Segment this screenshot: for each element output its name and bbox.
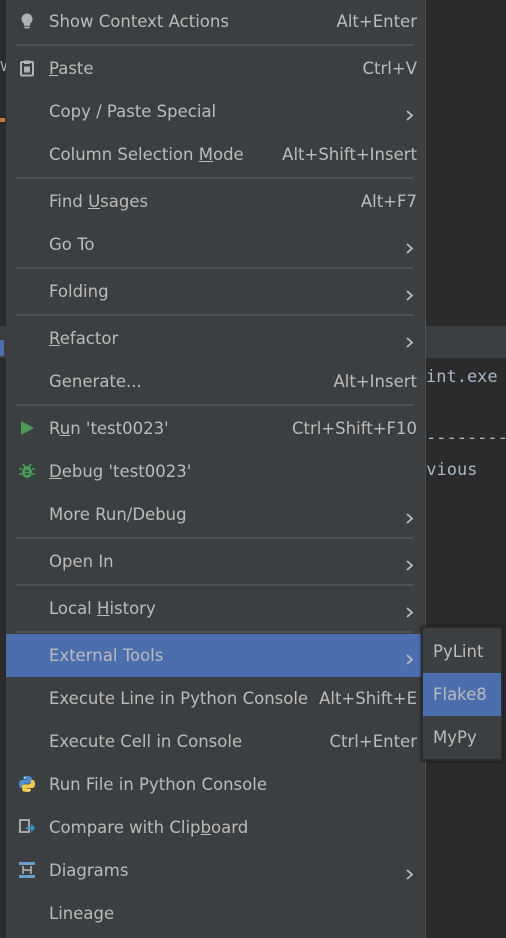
- menu-item-shortcut: Alt+F7: [360, 192, 417, 211]
- submenu-item-label: Flake8: [433, 685, 487, 704]
- submenu-item-label: PyLint: [433, 642, 484, 661]
- menu-item-show-context-actions[interactable]: Show Context Actions Alt+Enter: [6, 0, 426, 43]
- external-tools-submenu: PyLint Flake8 MyPy: [421, 626, 503, 761]
- chevron-right-icon: [404, 556, 415, 571]
- menu-item-label: Copy / Paste Special: [49, 102, 217, 121]
- menu-item-column-selection-mode[interactable]: Column Selection Mode Alt+Shift+Insert: [6, 133, 426, 176]
- editor-gutter-marker: [0, 118, 5, 122]
- menu-separator: [16, 177, 413, 179]
- menu-item-refactor[interactable]: Refactor: [6, 317, 426, 360]
- chevron-right-icon: [404, 650, 415, 665]
- run-icon: [18, 419, 36, 437]
- menu-item-run[interactable]: Run 'test0023' Ctrl+Shift+F10: [6, 407, 426, 450]
- lightbulb-icon: [18, 12, 36, 30]
- submenu-item-pylint[interactable]: PyLint: [423, 630, 501, 673]
- menu-item-label: Find Usages: [49, 192, 149, 211]
- menu-item-shortcut: Alt+Enter: [336, 12, 417, 31]
- mnemonic-char: P: [49, 59, 59, 78]
- menu-item-label: Execute Cell in Console: [49, 732, 243, 751]
- menu-item-shortcut: Alt+Shift+E: [319, 689, 417, 708]
- chevron-right-icon: [404, 333, 415, 348]
- menu-item-shortcut: Ctrl+Shift+F10: [292, 419, 417, 438]
- editor-gutter-link-marker: [0, 340, 4, 356]
- menu-item-label: Refactor: [49, 329, 119, 348]
- submenu-item-mypy[interactable]: MyPy: [423, 716, 501, 759]
- menu-item-execute-line-python-console[interactable]: Execute Line in Python Console Alt+Shift…: [6, 677, 426, 720]
- editor-code-fragment-2: --------: [426, 428, 506, 448]
- menu-separator: [16, 314, 413, 316]
- menu-separator: [16, 267, 413, 269]
- compare-icon: [18, 818, 36, 836]
- menu-item-lineage[interactable]: Lineage: [6, 892, 426, 935]
- menu-item-copy-paste-special[interactable]: Copy / Paste Special: [6, 90, 426, 133]
- menu-item-label: Run 'test0023': [49, 419, 169, 438]
- chevron-right-icon: [404, 865, 415, 880]
- menu-item-more-run-debug[interactable]: More Run/Debug: [6, 493, 426, 536]
- menu-item-go-to[interactable]: Go To: [6, 223, 426, 266]
- menu-item-label: Paste: [49, 59, 94, 78]
- menu-item-shortcut: Alt+Shift+Insert: [282, 145, 417, 164]
- menu-item-shortcut: Alt+Insert: [333, 372, 418, 391]
- menu-item-label: Open In: [49, 552, 114, 571]
- editor-context-menu: Show Context Actions Alt+Enter Paste Ctr…: [6, 0, 426, 938]
- editor-code-fragment-1: int.exe: [426, 367, 498, 387]
- menu-item-run-file-python-console[interactable]: Run File in Python Console: [6, 763, 426, 806]
- mnemonic-char: H: [97, 599, 110, 618]
- menu-item-folding[interactable]: Folding: [6, 270, 426, 313]
- diagram-icon: [18, 861, 36, 879]
- menu-item-shortcut: Ctrl+Enter: [329, 732, 417, 751]
- menu-item-shortcut: Ctrl+V: [362, 59, 417, 78]
- chevron-right-icon: [404, 106, 415, 121]
- menu-separator: [16, 537, 413, 539]
- menu-item-label: Execute Line in Python Console: [49, 689, 309, 708]
- menu-item-generate[interactable]: Generate... Alt+Insert: [6, 360, 426, 403]
- menu-item-label: Debug 'test0023': [49, 462, 192, 481]
- menu-separator: [16, 584, 413, 586]
- submenu-item-flake8[interactable]: Flake8: [423, 673, 501, 716]
- menu-item-open-in[interactable]: Open In: [6, 540, 426, 583]
- chevron-right-icon: [404, 286, 415, 301]
- chevron-right-icon: [404, 603, 415, 618]
- menu-item-label: Go To: [49, 235, 95, 254]
- python-icon: [18, 775, 36, 793]
- menu-item-diagrams[interactable]: Diagrams: [6, 849, 426, 892]
- submenu-item-label: MyPy: [433, 728, 477, 747]
- menu-separator: [16, 631, 413, 633]
- menu-item-execute-cell-console[interactable]: Execute Cell in Console Ctrl+Enter: [6, 720, 426, 763]
- menu-item-label: Run File in Python Console: [49, 775, 267, 794]
- debug-bug-icon: [18, 462, 36, 480]
- menu-item-local-history[interactable]: Local History: [6, 587, 426, 630]
- menu-item-debug[interactable]: Debug 'test0023': [6, 450, 426, 493]
- mnemonic-char: b: [200, 818, 211, 837]
- menu-item-paste[interactable]: Paste Ctrl+V: [6, 47, 426, 90]
- menu-item-label: External Tools: [49, 646, 164, 665]
- menu-item-compare-with-clipboard[interactable]: Compare with Clipboard: [6, 806, 426, 849]
- chevron-right-icon: [404, 239, 415, 254]
- mnemonic-char: D: [49, 462, 62, 481]
- menu-item-find-usages[interactable]: Find Usages Alt+F7: [6, 180, 426, 223]
- menu-separator: [16, 404, 413, 406]
- chevron-right-icon: [404, 509, 415, 524]
- menu-item-label: Compare with Clipboard: [49, 818, 249, 837]
- menu-item-label: Diagrams: [49, 861, 129, 880]
- menu-item-label: More Run/Debug: [49, 505, 187, 524]
- menu-item-external-tools[interactable]: External Tools: [6, 634, 426, 677]
- mnemonic-char: R: [49, 329, 60, 348]
- menu-item-label: Generate...: [49, 372, 142, 391]
- menu-item-label: Column Selection Mode: [49, 145, 244, 164]
- mnemonic-char: u: [59, 419, 71, 438]
- menu-item-label: Show Context Actions: [49, 12, 229, 31]
- menu-separator: [16, 44, 413, 46]
- menu-item-label: Lineage: [49, 904, 115, 923]
- mnemonic-char: U: [88, 192, 101, 211]
- mnemonic-char: M: [198, 145, 213, 164]
- menu-item-label: Local History: [49, 599, 156, 618]
- clipboard-icon: [18, 59, 36, 77]
- menu-item-label: Folding: [49, 282, 109, 301]
